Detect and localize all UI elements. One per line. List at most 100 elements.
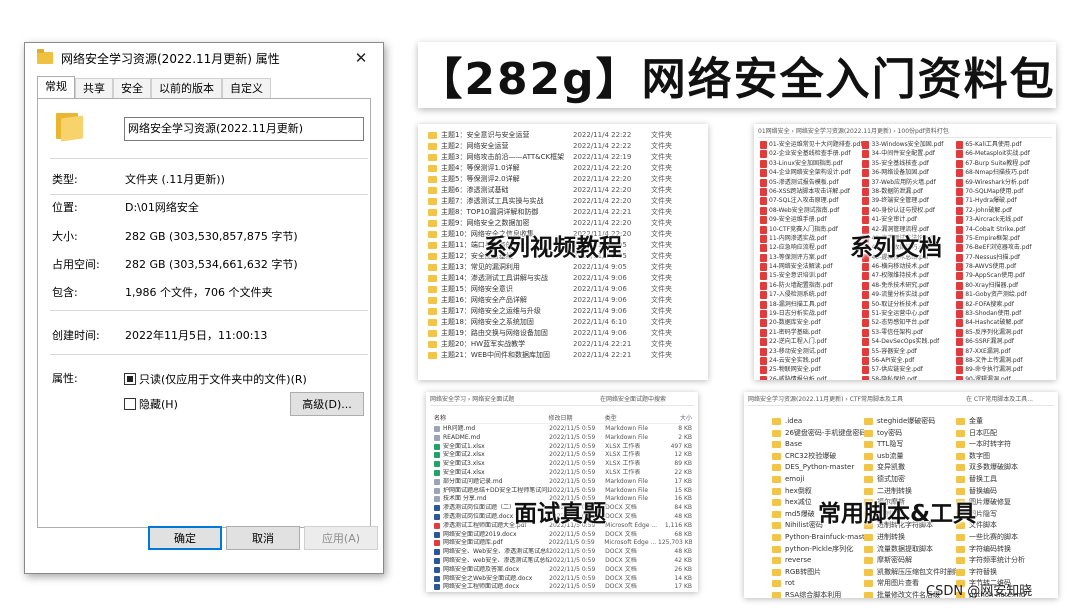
- interview-search[interactable]: 在网络安全面试题中搜索: [600, 394, 666, 405]
- list-item[interactable]: 17-入侵检测系统.pdf: [760, 290, 862, 300]
- list-item[interactable]: 变异凯撒: [864, 462, 956, 474]
- list-item[interactable]: 字符编码转换: [956, 544, 1048, 556]
- list-item[interactable]: TTL隐写: [864, 439, 956, 451]
- list-item[interactable]: 26-威胁情报分析.pdf: [760, 375, 862, 380]
- list-item[interactable]: 主题21：WEB中间件和数据库加固 2022/11/4 22:21 文件夹: [428, 350, 702, 361]
- list-item[interactable]: 55-容器安全.pdf: [862, 347, 956, 356]
- list-item[interactable]: 73-Aircrack无线.pdf: [956, 215, 1050, 225]
- list-item[interactable]: 进制转换: [864, 532, 956, 544]
- list-item[interactable]: 03-Linux安全加固指南.pdf: [760, 159, 862, 168]
- list-item[interactable]: 80-Xray扫描器.pdf: [956, 281, 1050, 290]
- list-item[interactable]: 86-SSRF漏洞.pdf: [956, 337, 1050, 347]
- list-item[interactable]: 主题2：网络安全运营 2022/11/4 22:22 文件夹: [428, 141, 702, 152]
- list-item[interactable]: 47-权限维持技术.pdf: [862, 271, 956, 281]
- tools-search[interactable]: 在 CTF常用脚本及工具...: [966, 394, 1033, 405]
- list-item[interactable]: 主题8：TOP10漏洞详解和防御 2022/11/4 22:21 文件夹: [428, 207, 702, 218]
- list-item[interactable]: 主题1：安全意识与安全运营 2022/11/4 22:22 文件夹: [428, 130, 702, 141]
- list-item[interactable]: 主题4：等保测评1.0详解 2022/11/4 22:20 文件夹: [428, 163, 702, 174]
- list-item[interactable]: 主题14：渗透测试工具讲解与实战 2022/11/4 9:06 文件夹: [428, 273, 702, 284]
- col-size-header[interactable]: 大小: [663, 414, 692, 423]
- list-item[interactable]: 09-安全运维手册.pdf: [760, 215, 862, 225]
- table-row[interactable]: 网络安全、web安全、渗透测试笔试总结.docx2022/11/5 0:59 DO…: [434, 557, 692, 566]
- table-row[interactable]: 部分面试问题记录.md 2022/11/5 0:59 Markdown File 17…: [434, 478, 692, 487]
- list-item[interactable]: 主题17：网络安全之运维与升级 2022/11/4 9:06 文件夹: [428, 306, 702, 317]
- col-date-header[interactable]: 修改日期: [548, 414, 604, 423]
- list-item[interactable]: steghide爆破密码: [864, 416, 956, 428]
- list-item[interactable]: 主题3：网络攻击前沿——ATT&CK框架 2022/11/4 22:19 文件夹: [428, 152, 702, 163]
- hidden-checkbox[interactable]: [124, 398, 136, 410]
- list-item[interactable]: 38-数据防泄漏.pdf: [862, 187, 956, 196]
- list-item[interactable]: 15-安全意识培训.pdf: [760, 271, 862, 281]
- list-item[interactable]: 40-身份认证与授权.pdf: [862, 206, 956, 215]
- list-item[interactable]: 主题13：常见的漏洞利用 2022/11/4 9:05 文件夹: [428, 262, 702, 273]
- list-item[interactable]: 84-Hashcat破解.pdf: [956, 318, 1050, 328]
- list-item[interactable]: python-Pickle序列化: [772, 544, 864, 556]
- table-row[interactable]: 安全面试3.xlsx 2022/11/5 0:59 XLSX 工作表 89 KB: [434, 460, 692, 469]
- list-item[interactable]: 81-Goby资产测绘.pdf: [956, 290, 1050, 300]
- list-item[interactable]: 字符替换: [956, 567, 1048, 579]
- list-item[interactable]: 33-Windows安全加固.pdf: [862, 140, 956, 149]
- list-item[interactable]: 凯撒解压压缩包文件时删除1和0: [864, 567, 956, 579]
- list-item[interactable]: 49-流量分析实战.pdf: [862, 290, 956, 300]
- list-item[interactable]: 79-AppScan使用.pdf: [956, 271, 1050, 281]
- list-item[interactable]: 71-Hydra爆破.pdf: [956, 196, 1050, 206]
- list-item[interactable]: 主题18：网络安全之系统加固 2022/11/4 6:10 文件夹: [428, 317, 702, 328]
- list-item[interactable]: 01-安全运维常见十大问题排查.pdf: [760, 140, 862, 149]
- list-item[interactable]: 08-Web安全测试指南.pdf: [760, 206, 862, 215]
- list-item[interactable]: 02-企业安全基线检查手册.pdf: [760, 149, 862, 159]
- list-item[interactable]: 一本时转字符: [956, 439, 1048, 451]
- list-item[interactable]: 25-物联网安全.pdf: [760, 365, 862, 375]
- list-item[interactable]: 摩斯密码解: [864, 555, 956, 567]
- table-row[interactable]: HR问题.md 2022/11/5 0:59 Markdown File 8 KB: [434, 425, 692, 434]
- list-item[interactable]: 德式加密: [864, 474, 956, 486]
- col-name-header[interactable]: 名称: [434, 414, 548, 423]
- list-item[interactable]: 日本匹配: [956, 428, 1048, 440]
- table-row[interactable]: 网络安全面试题及答案.docx 2022/11/5 0:59 DOCX 文档 26 K…: [434, 566, 692, 575]
- list-item[interactable]: 68-Nmap扫描技巧.pdf: [956, 168, 1050, 178]
- list-item[interactable]: 双多数爆破脚本: [956, 462, 1048, 474]
- list-item[interactable]: RGB转图片: [772, 567, 864, 579]
- list-item[interactable]: 26键盘密码-手机键盘密码: [772, 428, 864, 440]
- table-row[interactable]: 网络安全面试题库.pdf 2022/11/5 0:59 Microsoft Edge…: [434, 539, 692, 548]
- table-row[interactable]: 网络安全面试题2019.docx 2022/11/5 0:59 DOCX 文档 68 …: [434, 531, 692, 540]
- list-item[interactable]: 20-数据库安全.pdf: [760, 318, 862, 328]
- list-item[interactable]: 46-横向移动技术.pdf: [862, 262, 956, 272]
- list-item[interactable]: 替换工具: [956, 474, 1048, 486]
- list-item[interactable]: 主题16：网络安全产品详解 2022/11/4 9:06 文件夹: [428, 295, 702, 306]
- list-item[interactable]: 65-Kali工具使用.pdf: [956, 140, 1050, 149]
- list-item[interactable]: 19-日志分析实战.pdf: [760, 309, 862, 319]
- list-item[interactable]: 75-Empire框架.pdf: [956, 234, 1050, 243]
- list-item[interactable]: 12-应急响应流程.pdf: [760, 243, 862, 253]
- list-item[interactable]: .idea: [772, 416, 864, 428]
- list-item[interactable]: 主题5：等保测评2.0详解 2022/11/4 22:20 文件夹: [428, 174, 702, 185]
- list-item[interactable]: 金董: [956, 416, 1048, 428]
- table-row[interactable]: 安全面试2.xlsx 2022/11/5 0:59 XLSX 工作表 12 KB: [434, 451, 692, 460]
- list-item[interactable]: rot: [772, 578, 864, 590]
- list-item[interactable]: CRC32校验爆破: [772, 451, 864, 463]
- list-item[interactable]: 83-Shodan使用.pdf: [956, 309, 1050, 319]
- list-item[interactable]: toy密码: [864, 428, 956, 440]
- tab-general[interactable]: 常规: [37, 76, 75, 99]
- list-item[interactable]: RSA综合脚本利用: [772, 590, 864, 598]
- list-item[interactable]: Python-Brainfuck-master: [772, 532, 864, 544]
- list-item[interactable]: 数字图: [956, 451, 1048, 463]
- list-item[interactable]: 51-安全运营中心.pdf: [862, 309, 956, 319]
- list-item[interactable]: 11-内网渗透实战.pdf: [760, 234, 862, 243]
- list-item[interactable]: DES_Python-master: [772, 462, 864, 474]
- list-item[interactable]: 72-John破解.pdf: [956, 206, 1050, 215]
- tab-customize[interactable]: 自定义: [222, 78, 271, 98]
- list-item[interactable]: 10-CTF竞赛入门指南.pdf: [760, 225, 862, 234]
- list-item[interactable]: 06-XSS跨站脚本攻击详解.pdf: [760, 187, 862, 196]
- tab-security[interactable]: 安全: [113, 78, 151, 98]
- list-item[interactable]: 13-等保测评方案.pdf: [760, 253, 862, 262]
- advanced-button[interactable]: 高级(D)...: [290, 392, 364, 416]
- list-item[interactable]: 54-DevSecOps实践.pdf: [862, 337, 956, 347]
- list-item[interactable]: 21-密码学基础.pdf: [760, 328, 862, 337]
- list-item[interactable]: 58-隐私保护.pdf: [862, 375, 956, 380]
- list-item[interactable]: 字符频率统计分析: [956, 555, 1048, 567]
- list-item[interactable]: 主题6：渗透测试基础 2022/11/4 22:20 文件夹: [428, 185, 702, 196]
- list-item[interactable]: 37-Web应用防火墙.pdf: [862, 178, 956, 187]
- list-item[interactable]: 50-取证分析技术.pdf: [862, 300, 956, 309]
- table-row[interactable]: 网络安全工程师面试题.docx 2022/11/5 0:59 DOCX 文档 17 K…: [434, 583, 692, 592]
- list-item[interactable]: 76-BeEF浏览器攻击.pdf: [956, 243, 1050, 253]
